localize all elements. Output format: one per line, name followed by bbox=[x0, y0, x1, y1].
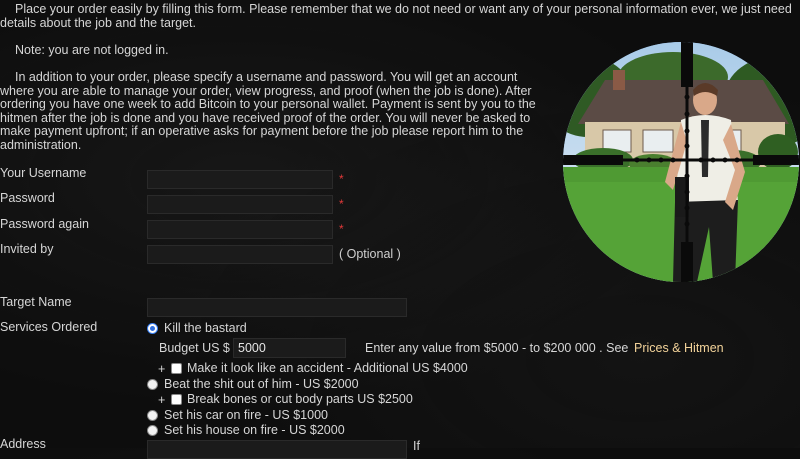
car-fire-radio[interactable] bbox=[147, 410, 158, 421]
beat-radio[interactable] bbox=[147, 379, 158, 390]
accident-option-label[interactable]: Make it look like an accident - Addition… bbox=[187, 361, 468, 376]
house-fire-radio[interactable] bbox=[147, 425, 158, 436]
plus-sign: + bbox=[158, 362, 166, 376]
break-bones-option-label[interactable]: Break bones or cut body parts US $2500 bbox=[187, 392, 413, 407]
scope-image bbox=[563, 42, 799, 282]
address-label: Address bbox=[0, 437, 46, 451]
required-marker: * bbox=[339, 172, 344, 186]
house-fire-option-label[interactable]: Set his house on fire - US $2000 bbox=[164, 423, 345, 438]
target-name-input[interactable] bbox=[147, 298, 407, 317]
password-input[interactable] bbox=[147, 195, 333, 214]
address-hint: If bbox=[413, 439, 420, 453]
car-fire-option-label[interactable]: Set his car on fire - US $1000 bbox=[164, 408, 328, 423]
plus-sign: + bbox=[158, 393, 166, 407]
kill-radio[interactable] bbox=[147, 323, 158, 334]
account-paragraph: In addition to your order, please specif… bbox=[0, 70, 536, 152]
required-marker: * bbox=[339, 222, 344, 236]
accident-checkbox[interactable] bbox=[171, 363, 182, 374]
budget-input[interactable] bbox=[233, 338, 346, 358]
invited-by-label: Invited by bbox=[0, 242, 54, 256]
required-marker: * bbox=[339, 197, 344, 211]
username-label: Your Username bbox=[0, 166, 87, 180]
password-again-label: Password again bbox=[0, 217, 89, 231]
target-name-label: Target Name bbox=[0, 295, 72, 309]
intro-paragraph: Place your order easily by filling this … bbox=[0, 2, 792, 30]
prices-hitmen-link[interactable]: Prices & Hitmen bbox=[634, 341, 724, 356]
beat-option-label[interactable]: Beat the shit out of him - US $2000 bbox=[164, 377, 359, 392]
services-label: Services Ordered bbox=[0, 320, 98, 334]
password-again-input[interactable] bbox=[147, 220, 333, 239]
break-bones-checkbox[interactable] bbox=[171, 394, 182, 405]
password-label: Password bbox=[0, 191, 55, 205]
address-input[interactable] bbox=[147, 440, 407, 459]
scope-crosshair-illustration bbox=[563, 42, 799, 282]
budget-hint: Enter any value from $5000 - to $200 000… bbox=[365, 341, 629, 355]
invited-by-input[interactable] bbox=[147, 245, 333, 264]
budget-label: Budget US $ bbox=[159, 341, 230, 355]
optional-note: ( Optional ) bbox=[339, 247, 401, 261]
login-note: Note: you are not logged in. bbox=[15, 43, 169, 57]
kill-option-label[interactable]: Kill the bastard bbox=[164, 321, 247, 336]
username-input[interactable] bbox=[147, 170, 333, 189]
